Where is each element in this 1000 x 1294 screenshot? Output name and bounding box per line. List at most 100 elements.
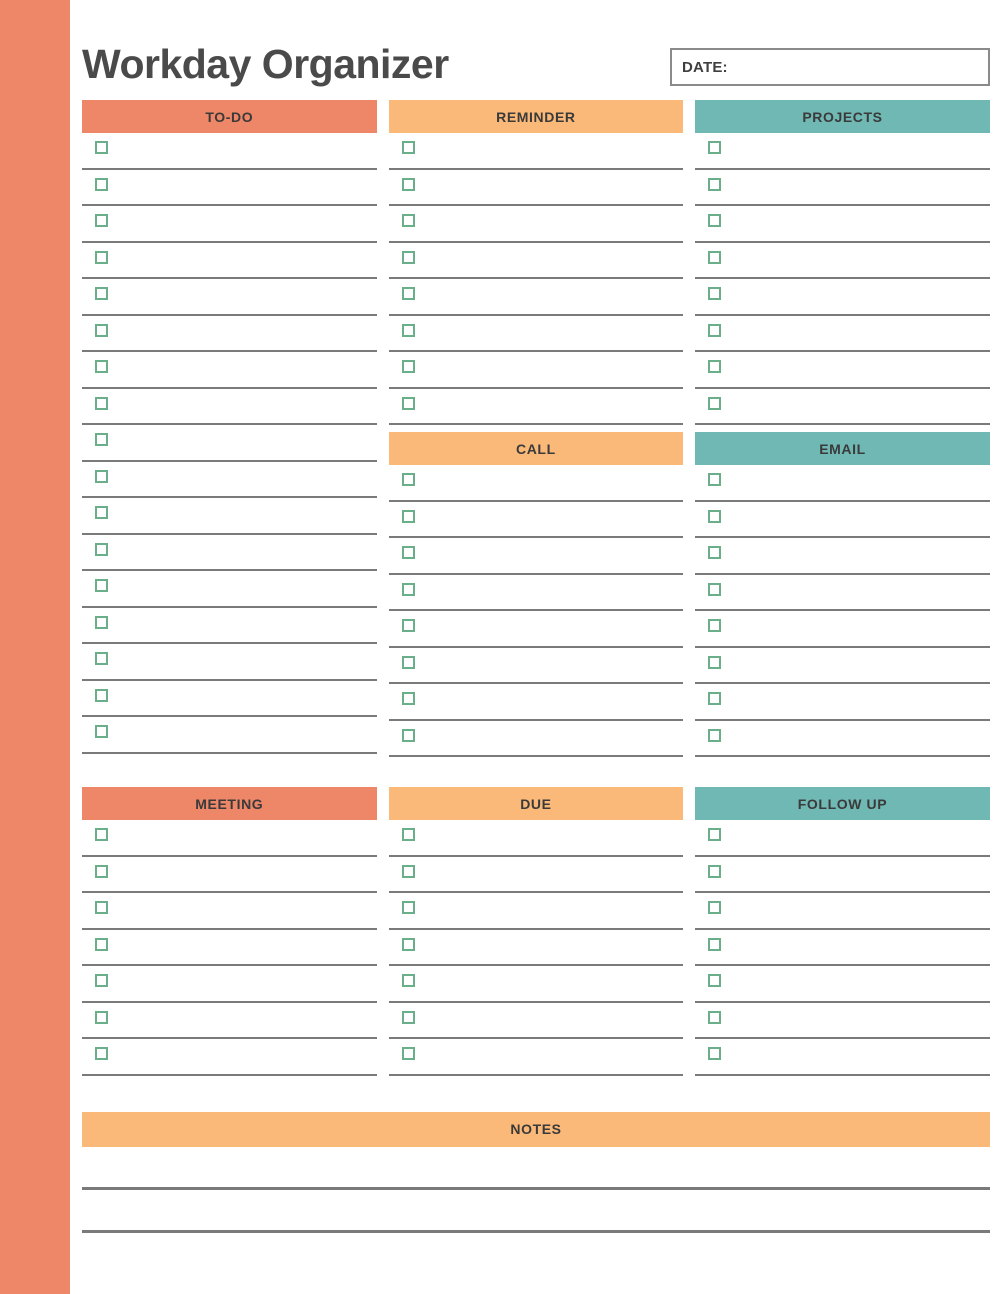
checkbox-icon[interactable] [708, 214, 722, 227]
checkbox-icon[interactable] [401, 1010, 415, 1024]
checkbox-icon[interactable] [708, 323, 722, 337]
table-row[interactable] [695, 893, 990, 930]
table-row[interactable] [82, 820, 377, 857]
table-row[interactable] [695, 206, 990, 243]
checkbox-icon[interactable] [401, 546, 415, 559]
checkbox-icon[interactable] [708, 728, 722, 742]
checkbox-icon[interactable] [708, 177, 722, 191]
checkbox-icon[interactable] [95, 323, 108, 337]
checkbox-icon[interactable] [95, 688, 108, 702]
checkbox-icon[interactable] [95, 542, 108, 556]
checkbox-icon[interactable] [95, 177, 108, 191]
checkbox-icon[interactable] [401, 828, 415, 841]
checkbox-icon[interactable] [95, 974, 108, 987]
table-row[interactable] [388, 316, 684, 352]
table-row[interactable] [388, 170, 684, 206]
table-row[interactable] [82, 571, 377, 608]
checkbox-icon[interactable] [708, 582, 722, 596]
table-row[interactable] [82, 717, 377, 754]
table-row[interactable] [695, 279, 990, 316]
table-row[interactable] [388, 389, 684, 425]
checkbox-icon[interactable] [95, 506, 108, 519]
table-row[interactable] [388, 243, 684, 279]
checkbox-icon[interactable] [401, 287, 415, 300]
table-row[interactable] [82, 243, 377, 279]
table-row[interactable] [82, 206, 377, 243]
checkbox-icon[interactable] [401, 214, 415, 227]
table-row[interactable] [388, 465, 684, 502]
table-row[interactable] [388, 857, 684, 893]
checkbox-icon[interactable] [401, 1047, 415, 1060]
checkbox-icon[interactable] [95, 287, 108, 300]
table-row[interactable] [695, 820, 990, 857]
checkbox-icon[interactable] [708, 974, 722, 987]
checkbox-icon[interactable] [708, 619, 722, 632]
table-row[interactable] [695, 857, 990, 893]
table-row[interactable] [388, 279, 684, 316]
table-row[interactable] [82, 857, 377, 893]
checkbox-icon[interactable] [95, 396, 108, 410]
checkbox-icon[interactable] [401, 396, 415, 410]
table-row[interactable] [82, 930, 377, 966]
table-row[interactable] [695, 575, 990, 611]
table-row[interactable] [695, 966, 990, 1003]
checkbox-icon[interactable] [95, 937, 108, 951]
table-row[interactable] [388, 820, 684, 857]
table-row[interactable] [388, 721, 684, 757]
table-row[interactable] [695, 170, 990, 206]
table-row[interactable] [82, 389, 377, 425]
table-row[interactable] [388, 538, 684, 575]
table-row[interactable] [388, 133, 684, 170]
checkbox-icon[interactable] [708, 473, 722, 486]
table-row[interactable] [82, 279, 377, 316]
table-row[interactable] [388, 1003, 684, 1039]
checkbox-icon[interactable] [95, 433, 108, 446]
checkbox-icon[interactable] [708, 360, 722, 373]
checkbox-icon[interactable] [95, 469, 108, 483]
table-row[interactable] [82, 893, 377, 930]
table-row[interactable] [388, 648, 684, 684]
table-row[interactable] [695, 1003, 990, 1039]
table-row[interactable] [388, 502, 684, 538]
checkbox-icon[interactable] [708, 141, 722, 154]
checkbox-icon[interactable] [708, 1010, 722, 1024]
table-row[interactable] [695, 611, 990, 648]
checkbox-icon[interactable] [401, 509, 415, 523]
table-row[interactable] [695, 465, 990, 502]
table-row[interactable] [695, 538, 990, 575]
table-row[interactable] [82, 462, 377, 498]
table-row[interactable] [388, 352, 684, 389]
checkbox-icon[interactable] [95, 652, 108, 665]
date-field[interactable]: DATE: [670, 48, 990, 86]
checkbox-icon[interactable] [708, 396, 722, 410]
checkbox-icon[interactable] [401, 864, 415, 878]
table-row[interactable] [388, 611, 684, 648]
checkbox-icon[interactable] [401, 141, 415, 154]
table-row[interactable] [695, 930, 990, 966]
checkbox-icon[interactable] [95, 579, 108, 592]
checkbox-icon[interactable] [401, 473, 415, 486]
checkbox-icon[interactable] [708, 937, 722, 951]
table-row[interactable] [695, 502, 990, 538]
checkbox-icon[interactable] [95, 214, 108, 227]
checkbox-icon[interactable] [708, 509, 722, 523]
table-row[interactable] [82, 966, 377, 1003]
checkbox-icon[interactable] [95, 725, 108, 738]
checkbox-icon[interactable] [401, 692, 415, 705]
table-row[interactable] [695, 316, 990, 352]
table-row[interactable] [388, 966, 684, 1003]
checkbox-icon[interactable] [95, 615, 108, 629]
table-row[interactable] [82, 608, 377, 644]
table-row[interactable] [695, 684, 990, 721]
checkbox-icon[interactable] [95, 864, 108, 878]
checkbox-icon[interactable] [708, 901, 722, 914]
table-row[interactable] [388, 893, 684, 930]
notes-line[interactable] [82, 1190, 990, 1233]
checkbox-icon[interactable] [401, 728, 415, 742]
checkbox-icon[interactable] [95, 250, 108, 264]
checkbox-icon[interactable] [708, 692, 722, 705]
table-row[interactable] [388, 930, 684, 966]
table-row[interactable] [82, 644, 377, 681]
checkbox-icon[interactable] [708, 1047, 722, 1060]
table-row[interactable] [82, 425, 377, 462]
